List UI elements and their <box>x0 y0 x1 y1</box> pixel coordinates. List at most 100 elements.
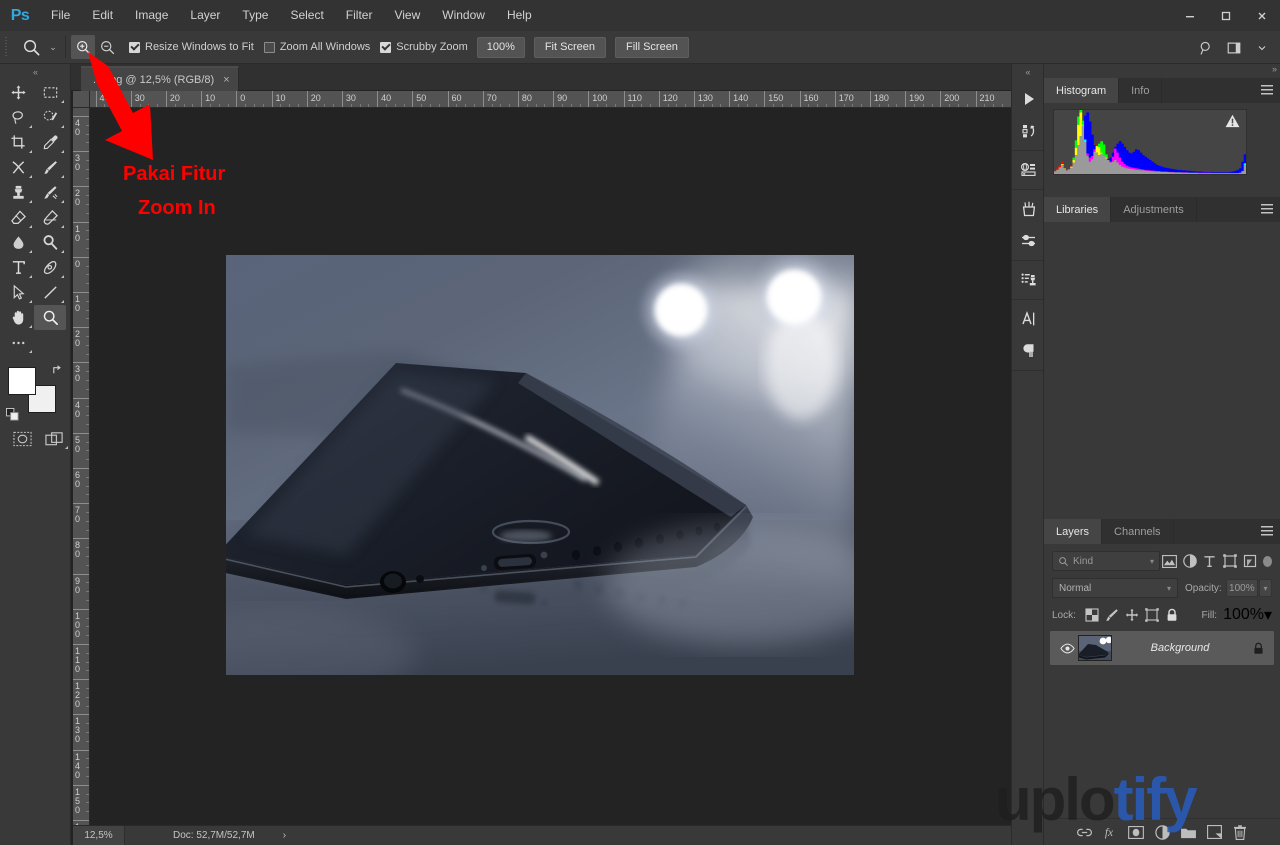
shape-filter-icon[interactable] <box>1220 551 1240 571</box>
tool-preset-chevron-down-icon[interactable]: ⌄ <box>46 42 60 53</box>
default-colors-icon[interactable] <box>6 408 19 421</box>
opacity-chevron-down-icon[interactable]: ▾ <box>1259 579 1272 597</box>
options-bar-grip[interactable] <box>3 37 12 57</box>
ruler-corner[interactable] <box>73 91 90 108</box>
scrubby-zoom-checkbox[interactable]: Scrubby Zoom <box>380 41 468 53</box>
foreground-color-swatch[interactable] <box>8 367 36 395</box>
tab-adjustments[interactable]: Adjustments <box>1111 197 1197 222</box>
character-icon[interactable] <box>1012 303 1045 335</box>
menu-type[interactable]: Type <box>231 0 279 31</box>
menu-image[interactable]: Image <box>124 0 179 31</box>
toolbar-collapse-icon[interactable]: « <box>0 64 70 80</box>
layer-locked-icon[interactable] <box>1248 642 1268 655</box>
zoom-tool[interactable] <box>34 305 66 330</box>
fill-chevron-down-icon[interactable]: ▾ <box>1264 605 1272 625</box>
brush-presets-icon[interactable] <box>1012 193 1045 225</box>
cached-data-warning-icon[interactable] <box>1225 114 1240 133</box>
color-swatches[interactable] <box>6 363 66 421</box>
gradient-tool[interactable] <box>34 205 66 230</box>
maximize-button[interactable] <box>1208 0 1244 31</box>
scrubby-zoom-box[interactable] <box>380 42 391 53</box>
chevron-down-icon[interactable]: ▾ <box>1167 584 1171 593</box>
eyedropper-tool[interactable] <box>34 130 66 155</box>
document-image[interactable] <box>226 255 854 675</box>
hand-tool[interactable] <box>2 305 34 330</box>
new-group-icon[interactable] <box>1175 819 1201 845</box>
zoom-100-button[interactable]: 100% <box>477 37 525 58</box>
status-menu-arrow-icon[interactable]: › <box>283 830 286 841</box>
brush-settings-icon[interactable] <box>1012 225 1045 257</box>
chevron-down-icon[interactable]: ▾ <box>1150 557 1154 566</box>
fit-screen-button[interactable]: Fit Screen <box>534 37 606 58</box>
horizontal-type-tool[interactable] <box>2 255 34 280</box>
resize-windows-to-fit-box[interactable] <box>129 42 140 53</box>
tab-info[interactable]: Info <box>1119 78 1162 103</box>
move-tool[interactable] <box>2 80 34 105</box>
adjustment-filter-icon[interactable] <box>1180 551 1200 571</box>
tab-libraries[interactable]: Libraries <box>1044 197 1111 222</box>
close-button[interactable] <box>1244 0 1280 31</box>
panel-menu-icon[interactable] <box>1261 85 1273 96</box>
zoom-all-windows-checkbox[interactable]: Zoom All Windows <box>264 41 370 53</box>
clone-source-icon[interactable] <box>1012 264 1045 296</box>
lasso-tool[interactable] <box>2 105 34 130</box>
dodge-tool[interactable] <box>34 230 66 255</box>
menu-window[interactable]: Window <box>431 0 496 31</box>
lock-position-icon[interactable] <box>1122 606 1142 624</box>
type-filter-icon[interactable] <box>1200 551 1220 571</box>
search-icon[interactable] <box>1192 35 1220 61</box>
zoom-tool-icon[interactable] <box>16 34 46 60</box>
layer-name[interactable]: Background <box>1112 642 1248 654</box>
delete-layer-icon[interactable] <box>1227 819 1253 845</box>
canvas-area[interactable] <box>90 108 1011 825</box>
history-icon[interactable] <box>1012 115 1045 147</box>
tab-channels[interactable]: Channels <box>1102 519 1173 544</box>
document-tab-close-icon[interactable]: × <box>223 74 229 86</box>
play-actions-icon[interactable] <box>1012 83 1045 115</box>
blend-mode-select[interactable]: Normal ▾ <box>1052 578 1178 598</box>
horizontal-ruler[interactable]: 4030201001020304050607080901001101201301… <box>90 91 1011 108</box>
lock-artboard-nesting-icon[interactable] <box>1142 606 1162 624</box>
document-tab[interactable]: ...i.jpg @ 12,5% (RGB/8) × <box>81 66 239 91</box>
add-layer-mask-icon[interactable] <box>1123 819 1149 845</box>
layer-thumbnail[interactable] <box>1078 635 1112 661</box>
swap-colors-icon[interactable] <box>51 363 64 379</box>
zoom-all-windows-box[interactable] <box>264 42 275 53</box>
rail-collapse-icon[interactable]: « <box>1012 64 1043 80</box>
menu-view[interactable]: View <box>383 0 431 31</box>
eraser-tool[interactable] <box>2 205 34 230</box>
menu-edit[interactable]: Edit <box>81 0 124 31</box>
vertical-ruler[interactable]: 4030201001020304050607080901001101201301… <box>73 108 90 825</box>
link-layers-icon[interactable] <box>1071 819 1097 845</box>
panel-menu-icon[interactable] <box>1261 526 1273 537</box>
minimize-button[interactable] <box>1172 0 1208 31</box>
lock-all-icon[interactable] <box>1162 606 1182 624</box>
pixel-filter-icon[interactable] <box>1160 551 1180 571</box>
smart-object-filter-icon[interactable] <box>1240 551 1260 571</box>
layer-visibility-eye-icon[interactable] <box>1056 643 1078 654</box>
tab-histogram[interactable]: Histogram <box>1044 78 1119 103</box>
brush-tool[interactable] <box>34 155 66 180</box>
table-row[interactable]: Background <box>1050 631 1274 665</box>
history-brush-tool[interactable] <box>34 180 66 205</box>
workspace-icon[interactable] <box>1220 35 1248 61</box>
fill-value[interactable]: 100% <box>1223 606 1264 624</box>
rectangular-marquee-tool[interactable] <box>34 80 66 105</box>
new-layer-icon[interactable] <box>1201 819 1227 845</box>
quick-mask-mode-icon[interactable] <box>6 427 38 451</box>
3d-properties-icon[interactable] <box>1012 154 1045 186</box>
histogram-plot[interactable] <box>1053 109 1247 175</box>
menu-file[interactable]: File <box>40 0 81 31</box>
layer-filter-kind-select[interactable]: Kind ▾ <box>1052 551 1160 571</box>
dock-expand-icon[interactable]: » <box>1272 64 1276 74</box>
lock-transparent-pixels-icon[interactable] <box>1082 606 1102 624</box>
clone-stamp-tool[interactable] <box>2 180 34 205</box>
resize-windows-to-fit-checkbox[interactable]: Resize Windows to Fit <box>129 41 254 53</box>
tab-layers[interactable]: Layers <box>1044 519 1102 544</box>
menu-filter[interactable]: Filter <box>335 0 384 31</box>
zoom-in-button[interactable] <box>71 35 95 59</box>
panel-menu-icon[interactable] <box>1261 204 1273 215</box>
opacity-value[interactable]: 100% <box>1226 579 1258 597</box>
status-zoom-level[interactable]: 12,5% <box>73 826 125 845</box>
crop-tool[interactable] <box>2 130 34 155</box>
